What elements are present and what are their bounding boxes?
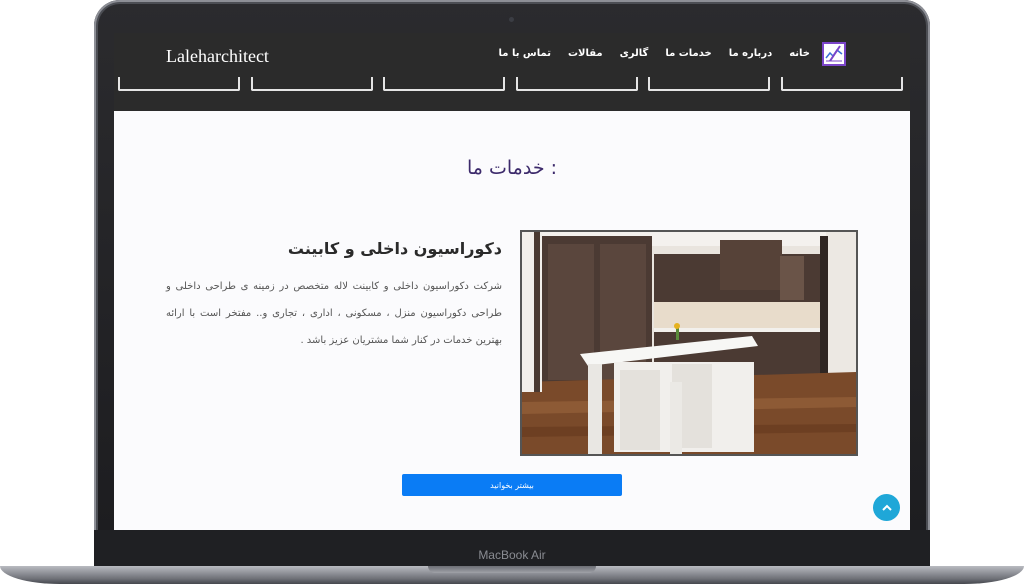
nav-link-contact[interactable]: تماس با ما	[499, 48, 551, 59]
service-item-title: دکوراسیون داخلی و کابینت	[287, 239, 502, 258]
chevron-up-icon	[881, 504, 892, 511]
brand-name[interactable]: Laleharchitect	[166, 46, 269, 67]
tab-box[interactable]	[383, 77, 505, 91]
tab-strip	[118, 77, 910, 93]
nav-link-articles[interactable]: مقالات	[568, 48, 603, 59]
section-title: خدمات ما :	[466, 157, 558, 179]
laptop-notch	[428, 566, 596, 573]
kitchen-photo	[520, 230, 858, 456]
tab-box[interactable]	[516, 77, 638, 91]
tab-box[interactable]	[118, 77, 240, 91]
read-more-button[interactable]: بیشتر بخوانید	[402, 474, 622, 496]
model-label: MacBook Air	[478, 548, 546, 562]
tab-box[interactable]	[648, 77, 770, 91]
nav-link-home[interactable]: خانه	[789, 48, 810, 59]
nav-link-about[interactable]: درباره ما	[729, 48, 773, 59]
nav-link-services[interactable]: خدمات ما	[665, 48, 711, 59]
camera-icon	[509, 17, 514, 22]
logo-chart-pen-icon[interactable]	[822, 42, 846, 66]
navbar: Laleharchitect خانه درباره ما خدمات ما گ…	[114, 33, 910, 111]
service-item-description: شرکت دکوراسیون داخلی و کابینت لاله متخصص…	[166, 281, 502, 346]
scroll-to-top-button[interactable]	[873, 494, 900, 521]
tab-box[interactable]	[251, 77, 373, 91]
tab-box[interactable]	[781, 77, 903, 91]
nav-link-gallery[interactable]: گالری	[620, 48, 649, 59]
nav-menu: خانه درباره ما خدمات ما گالری مقالات تما…	[499, 48, 810, 59]
screen: Laleharchitect خانه درباره ما خدمات ما گ…	[114, 33, 910, 530]
